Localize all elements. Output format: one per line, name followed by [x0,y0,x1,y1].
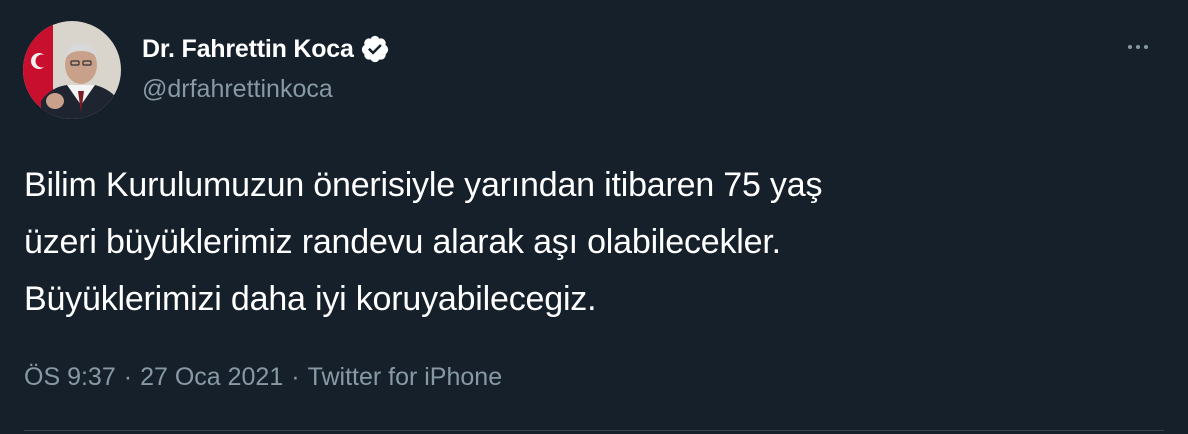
meta-separator: · [291,363,300,391]
more-dot [1136,45,1140,49]
tweet-text-line: Büyüklerimizi daha iyi koruyabilecegiz. [24,280,597,318]
author-name-row: Dr. Fahrettin Koca [142,32,390,66]
tweet-card: Dr. Fahrettin Koca @drfahrettinkoca Bili… [0,0,1188,434]
avatar[interactable] [23,21,121,119]
tweet-time[interactable]: ÖS 9:37 [24,363,116,391]
tweet-text: Bilim Kurulumuzun önerisiyle yarından it… [24,157,1154,328]
author-display-name[interactable]: Dr. Fahrettin Koca [142,32,354,66]
divider [24,430,1164,431]
meta-separator: · [123,363,133,391]
profile-photo-icon [23,21,121,119]
author-handle[interactable]: @drfahrettinkoca [142,73,333,105]
tweet-metadata: ÖS 9:37 · 27 Oca 2021 · Twitter for iPhone [24,360,502,394]
more-dots-icon [1128,45,1132,49]
more-dot [1144,45,1148,49]
tweet-date[interactable]: 27 Oca 2021 [140,363,283,391]
tweet-text-line: Bilim Kurulumuzun önerisiyle yarından it… [24,166,823,204]
verified-badge-icon [360,34,390,64]
tweet-text-line: üzeri büyüklerimiz randevu alarak aşı ol… [24,223,781,261]
more-options-button[interactable] [1118,30,1158,64]
tweet-source[interactable]: Twitter for iPhone [308,363,503,391]
